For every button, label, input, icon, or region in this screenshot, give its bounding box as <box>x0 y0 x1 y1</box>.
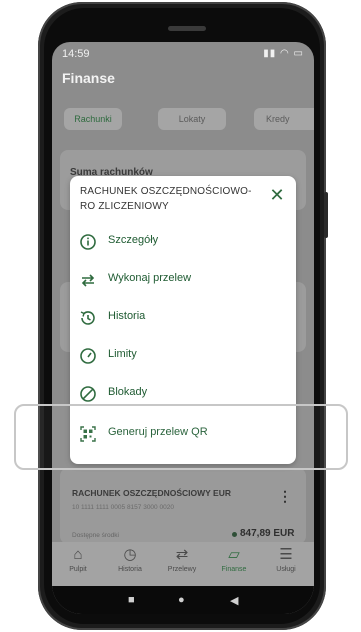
side-button <box>324 192 328 238</box>
modal-title: RACHUNEK OSZCZĘDNOŚCIOWO-RO ZLICZENIOWY <box>80 186 252 212</box>
menu-item-szczegoly[interactable]: Szczegóły <box>78 228 288 256</box>
nav-uslugi[interactable]: ☰ Usługi <box>260 546 312 573</box>
history-icon: ◷ <box>123 546 137 563</box>
speaker-grille <box>168 26 206 31</box>
info-icon <box>80 234 96 250</box>
tab-kredyty[interactable]: Kredy <box>254 108 314 130</box>
nav-label: Historia <box>118 566 142 573</box>
highlight-frame <box>14 404 348 470</box>
status-icons: ▮▮ ◠ ▭ <box>263 48 304 59</box>
menu-item-label: Limity <box>108 348 137 360</box>
bottom-nav: ⌂ Pulpit ◷ Historia ⇄ Przelewy ▱ Finanse… <box>52 542 314 586</box>
menu-item-label: Blokady <box>108 386 148 398</box>
nav-label: Finanse <box>221 566 247 573</box>
nav-pulpit[interactable]: ⌂ Pulpit <box>52 546 104 573</box>
nav-finanse[interactable]: ▱ Finanse <box>208 546 260 573</box>
nav-label: Pulpit <box>69 566 87 573</box>
account-title: RACHUNEK OSZCZĘDNOŚCIOWY EUR <box>72 488 231 498</box>
status-time: 14:59 <box>62 48 90 60</box>
tab-rachunki[interactable]: Rachunki <box>64 108 122 130</box>
battery-icon: ▭ <box>293 48 304 59</box>
close-icon[interactable]: ✕ <box>268 186 286 204</box>
finance-icon: ▱ <box>228 546 240 563</box>
menu-item-label: Historia <box>108 310 146 322</box>
account-number: 10 1111 1111 0005 8157 3000 0020 <box>72 504 174 511</box>
transfer-arrows-icon <box>81 274 95 287</box>
nav-historia[interactable]: ◷ Historia <box>104 546 156 573</box>
recents-button-icon[interactable]: ■ <box>128 594 135 606</box>
menu-item-label: Wykonaj przelew <box>108 272 192 284</box>
nav-label: Przelewy <box>167 566 197 573</box>
account-amount: 847,89 EUR <box>240 528 295 539</box>
tab-lokaty[interactable]: Lokaty <box>158 108 226 130</box>
history-clock-icon <box>80 311 95 325</box>
page-title: Finanse <box>62 70 115 86</box>
menu-item-historia[interactable]: Historia <box>78 304 288 332</box>
gauge-icon <box>80 348 96 364</box>
block-icon <box>80 386 96 402</box>
tab-bar: Rachunki Lokaty Kredy <box>52 102 314 136</box>
menu-item-label: Szczegóły <box>108 234 159 246</box>
available-funds-label: Dostępne środki <box>72 532 119 539</box>
more-options-icon[interactable]: ⋮ <box>278 488 292 505</box>
status-dot <box>232 532 237 537</box>
home-icon: ⌂ <box>73 546 83 563</box>
wifi-icon: ◠ <box>280 48 290 59</box>
nav-przelewy[interactable]: ⇄ Przelewy <box>156 546 208 573</box>
nav-label: Usługi <box>276 566 296 573</box>
system-nav-bar: ■ ● ◀ <box>52 586 314 614</box>
back-button-icon[interactable]: ◀ <box>230 594 238 607</box>
services-icon: ☰ <box>279 546 293 563</box>
menu-item-limity[interactable]: Limity <box>78 342 288 370</box>
signal-icon: ▮▮ <box>263 48 277 59</box>
menu-item-wykonaj-przelew[interactable]: Wykonaj przelew <box>78 266 288 294</box>
transfer-icon: ⇄ <box>175 546 189 563</box>
home-button-icon[interactable]: ● <box>178 594 185 606</box>
